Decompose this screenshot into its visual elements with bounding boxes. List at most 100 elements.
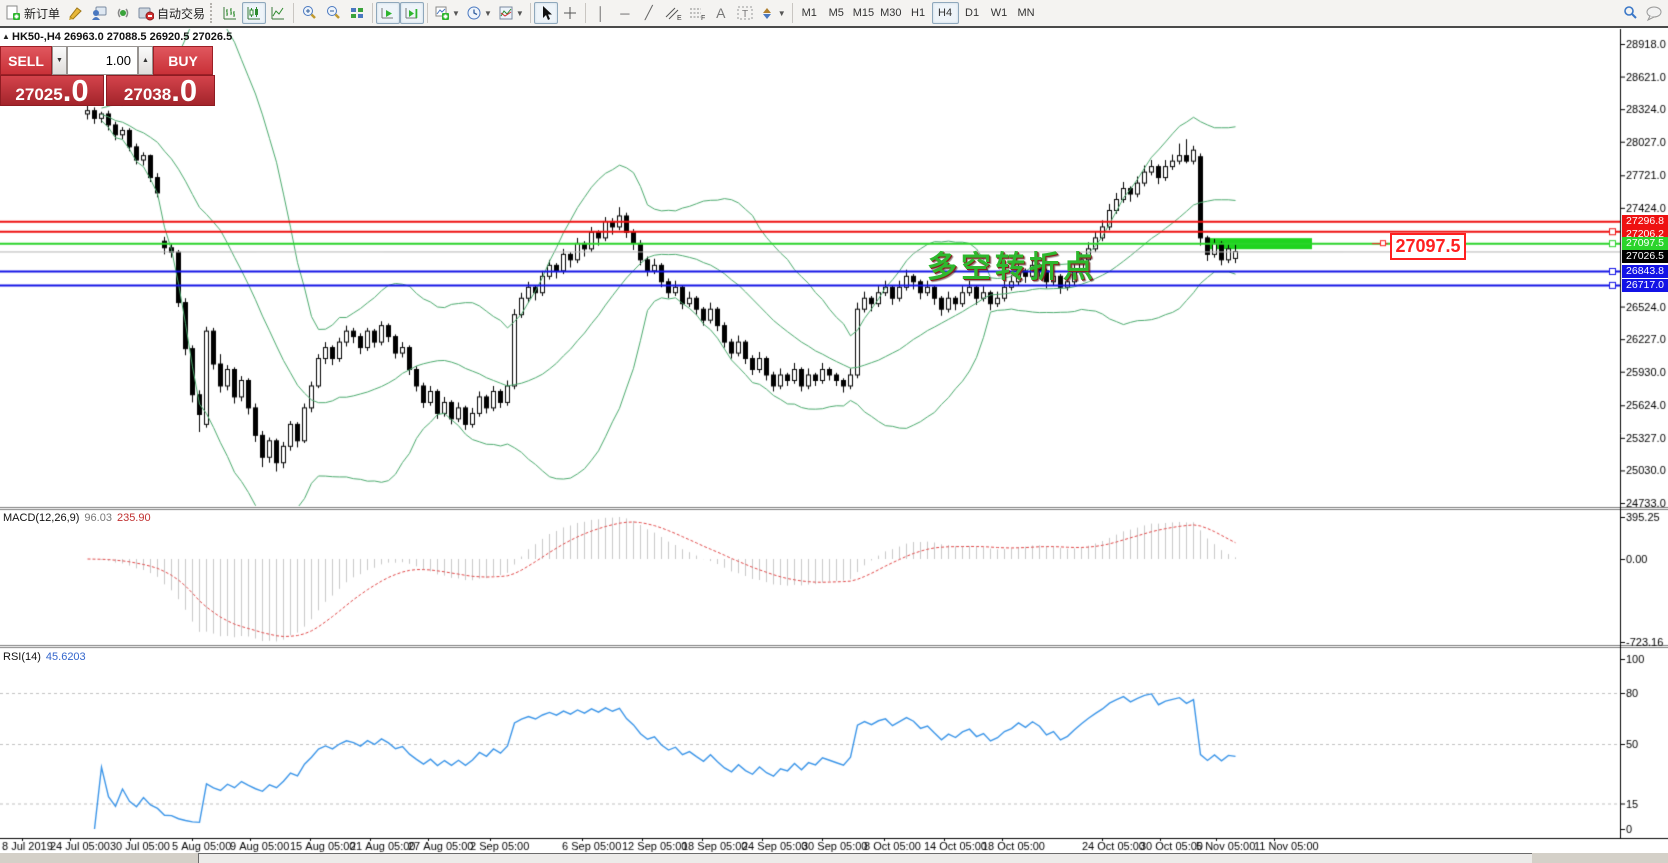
signals-button[interactable] <box>111 2 135 24</box>
tile-windows-icon <box>349 5 365 21</box>
text-button[interactable]: A <box>709 2 733 24</box>
volume-decrease-button[interactable]: ▼ <box>52 46 67 75</box>
chart-canvas[interactable] <box>0 0 1668 863</box>
timeframe-m5[interactable]: M5 <box>823 2 850 24</box>
svg-text:F: F <box>701 15 705 21</box>
new-chart-button[interactable]: ▼ <box>431 2 463 24</box>
templates-button[interactable]: ▼ <box>495 2 527 24</box>
cursor-icon <box>539 5 553 21</box>
rsi-value: 45.6203 <box>46 651 86 663</box>
trendline-button[interactable]: ╱ <box>637 2 661 24</box>
candlestick-button[interactable] <box>242 2 266 24</box>
timeframe-w1[interactable]: W1 <box>986 2 1013 24</box>
svg-text:T: T <box>742 9 748 20</box>
tile-windows-button[interactable] <box>345 2 369 24</box>
price-level-label: 26843.8 <box>1622 265 1668 278</box>
zoom-out-icon <box>325 5 341 21</box>
price-level-label: 27296.8 <box>1622 215 1668 228</box>
chart-window-tab[interactable] <box>198 853 1532 863</box>
timeframe-h4[interactable]: H4 <box>932 2 959 24</box>
templates-icon <box>498 5 514 21</box>
text-label-button[interactable]: T <box>733 2 757 24</box>
timeframe-m1[interactable]: M1 <box>796 2 823 24</box>
line-chart-icon <box>270 5 286 21</box>
search-button[interactable] <box>1618 2 1642 24</box>
metaeditor-icon <box>91 5 107 21</box>
bar-chart-button[interactable] <box>218 2 242 24</box>
autotrading-label: 自动交易 <box>157 5 205 22</box>
toolbar-separator <box>585 3 586 23</box>
rsi-name: RSI(14) <box>3 651 41 663</box>
bar-chart-icon <box>222 5 238 21</box>
sell-price-main: 27025 <box>15 85 62 104</box>
metaeditor-button[interactable] <box>87 2 111 24</box>
sell-button[interactable]: SELL <box>0 46 52 75</box>
turning-point-annotation[interactable]: 多空转折点 <box>927 242 1097 286</box>
symbol-period-label: HK50-,H4 <box>12 31 61 43</box>
price-text-label[interactable]: 27097.5 <box>1390 233 1466 260</box>
periods-button[interactable]: ▼ <box>463 2 495 24</box>
text-icon: A <box>716 5 725 21</box>
svg-text:E: E <box>677 15 682 21</box>
chat-icon <box>1645 5 1663 21</box>
current-price-label: 27026.5 <box>1622 250 1668 263</box>
text-label-icon: T <box>736 5 754 21</box>
chevron-down-icon: ▼ <box>516 9 524 18</box>
candlestick-icon <box>246 5 262 21</box>
crosshair-icon <box>562 5 578 21</box>
arrows-icon <box>760 5 776 21</box>
volume-increase-button[interactable]: ▲ <box>138 46 153 75</box>
price-level-label: 26717.0 <box>1622 279 1668 292</box>
zoom-out-button[interactable] <box>321 2 345 24</box>
autotrading-button[interactable]: 自动交易 <box>135 2 208 24</box>
arrows-button[interactable]: ▼ <box>757 2 789 24</box>
line-chart-button[interactable] <box>266 2 290 24</box>
pencil-icon <box>67 5 83 21</box>
timeframe-d1[interactable]: D1 <box>959 2 986 24</box>
equidistant-channel-icon: E <box>664 5 682 21</box>
search-icon <box>1622 5 1638 21</box>
macd-value: 96.03 <box>84 512 112 524</box>
timeframe-mn[interactable]: MN <box>1013 2 1040 24</box>
chat-button[interactable] <box>1642 2 1666 24</box>
chart-title: HK50-,H4 26963.0 27088.5 26920.5 27026.5 <box>12 31 232 43</box>
macd-signal-value: 235.90 <box>117 512 151 524</box>
toolbar-separator <box>293 3 294 23</box>
crosshair-button[interactable] <box>558 2 582 24</box>
pencil-button[interactable] <box>63 2 87 24</box>
buy-price-fraction: .0 <box>171 77 197 104</box>
buy-price-display[interactable]: 27038.0 <box>106 75 215 106</box>
ohlc-values: 26963.0 27088.5 26920.5 27026.5 <box>64 31 232 43</box>
autotrading-icon <box>138 5 154 21</box>
vertical-line-icon: │ <box>597 6 605 21</box>
toolbar-separator <box>530 3 531 23</box>
volume-input[interactable]: 1.00 <box>67 46 138 75</box>
triangle-up-icon: ▲ <box>142 57 149 64</box>
window-tabbar <box>0 853 1668 863</box>
equidistant-channel-button[interactable]: E <box>661 2 685 24</box>
fibonacci-button[interactable]: F <box>685 2 709 24</box>
trade-panel-toggle-icon[interactable]: ▲ <box>2 32 10 41</box>
timeframe-m15[interactable]: M15 <box>850 2 877 24</box>
buy-button[interactable]: BUY <box>153 46 213 75</box>
horizontal-line-button[interactable]: ─ <box>613 2 637 24</box>
chevron-down-icon: ▼ <box>778 9 786 18</box>
main-toolbar: 新订单 自动交易 ▼ ▼ <box>0 0 1668 28</box>
new-chart-icon <box>434 5 450 21</box>
timeframe-h1[interactable]: H1 <box>905 2 932 24</box>
timeframe-m30[interactable]: M30 <box>877 2 904 24</box>
toolbar-separator <box>427 3 428 23</box>
new-order-button[interactable]: 新订单 <box>2 2 63 24</box>
signals-icon <box>115 5 131 21</box>
horizontal-line-icon: ─ <box>620 6 629 21</box>
zoom-in-button[interactable] <box>297 2 321 24</box>
sell-price-display[interactable]: 27025.0 <box>0 75 104 106</box>
vertical-line-button[interactable]: │ <box>589 2 613 24</box>
auto-scroll-button[interactable] <box>376 2 400 24</box>
new-order-icon <box>5 5 21 21</box>
toolbar-separator <box>792 3 793 23</box>
chart-shift-icon <box>404 5 420 21</box>
chart-shift-button[interactable] <box>400 2 424 24</box>
cursor-button[interactable] <box>534 2 558 24</box>
chevron-down-icon: ▼ <box>484 9 492 18</box>
